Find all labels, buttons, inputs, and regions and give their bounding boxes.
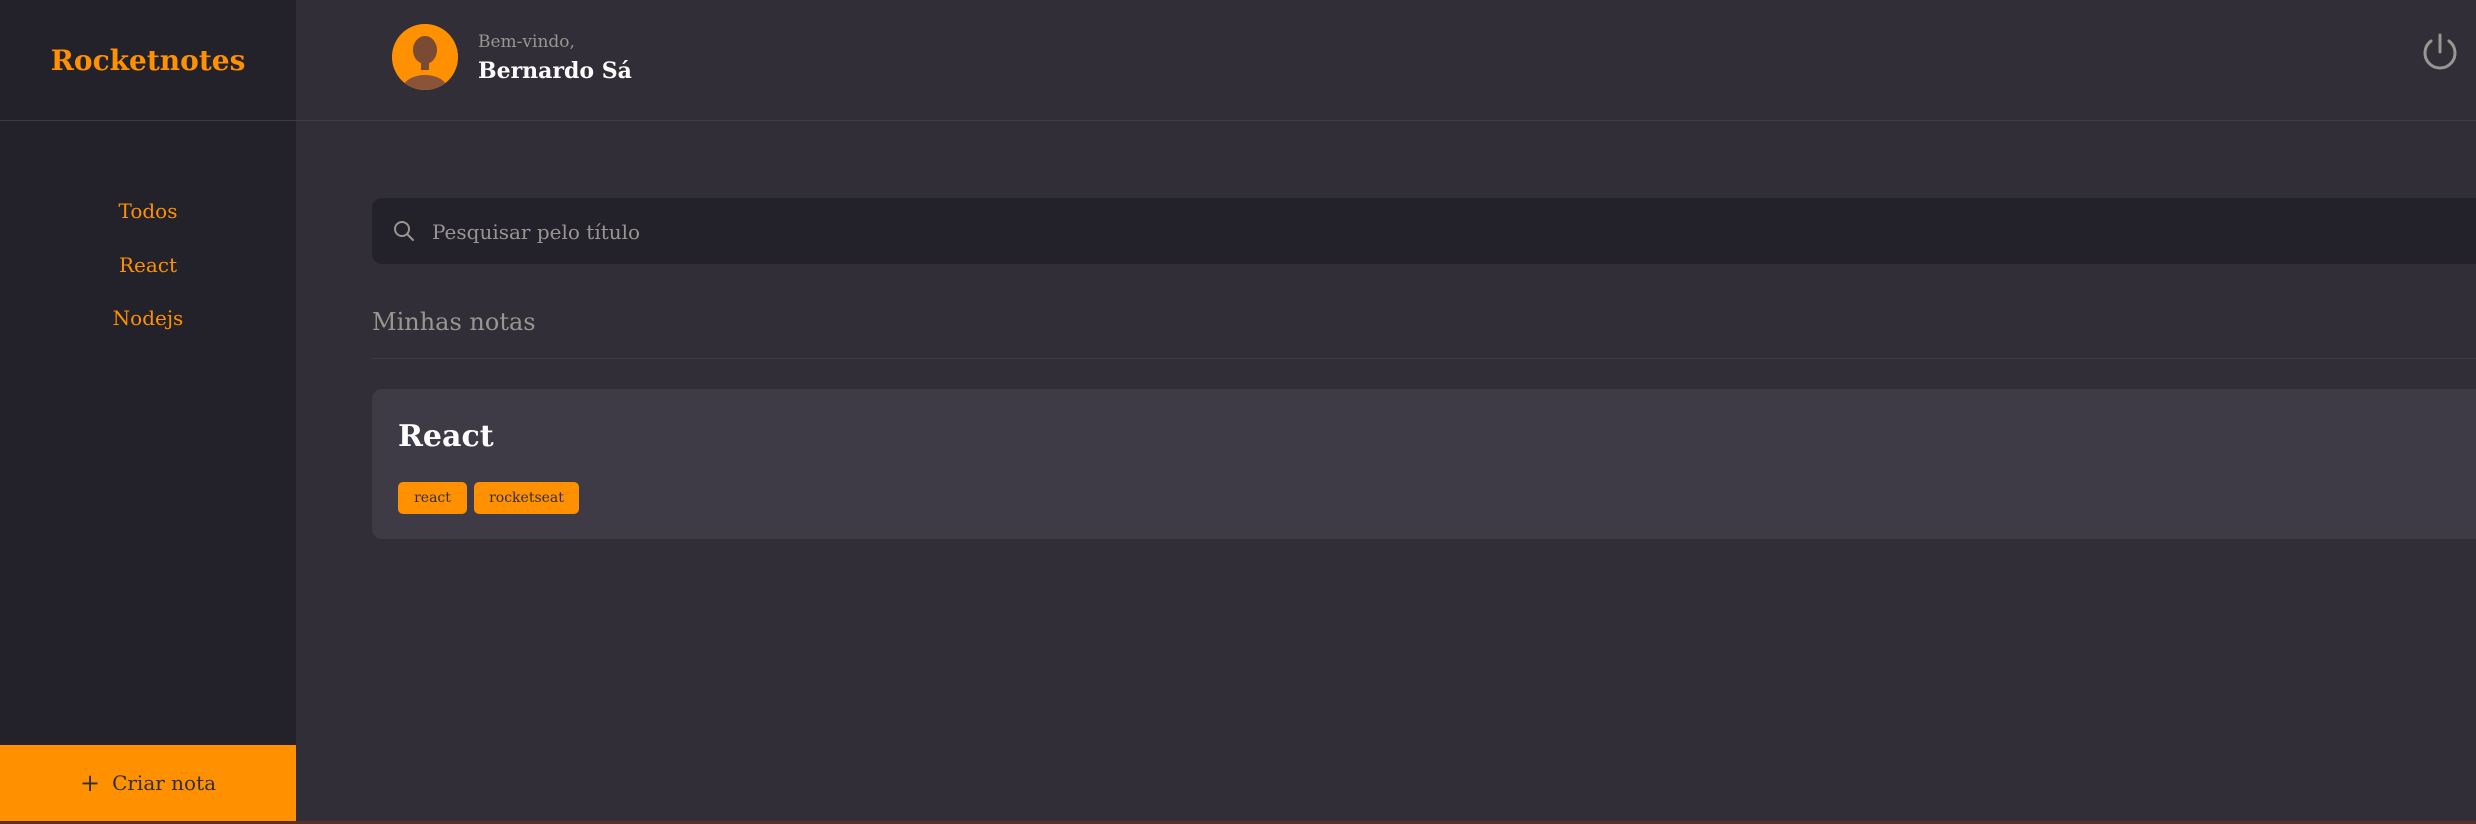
note-card[interactable]: React react rocketseat (372, 389, 2476, 539)
search-input[interactable] (430, 198, 2334, 266)
note-tag-rocketseat: rocketseat (474, 482, 579, 514)
header: Bem-vindo, Bernardo Sá (296, 0, 2476, 121)
plus-icon: + (79, 769, 101, 797)
brand-title: Rocketnotes (50, 43, 246, 77)
avatar[interactable] (392, 24, 458, 90)
sidebar: Todos React Nodejs (0, 121, 296, 745)
app-root: Rocketnotes Todos React Nodejs + Criar n… (0, 0, 2476, 824)
sidebar-item-todos[interactable]: Todos (0, 199, 296, 223)
logout-button[interactable] (2418, 30, 2462, 74)
brand-header: Rocketnotes (0, 0, 296, 121)
note-title: React (398, 419, 494, 454)
avatar-image (392, 24, 458, 90)
note-tag-react: react (398, 482, 467, 514)
welcome-label: Bem-vindo, (478, 32, 575, 52)
section-divider (372, 358, 2476, 359)
create-note-button[interactable]: + Criar nota (0, 745, 296, 821)
create-note-label: Criar nota (112, 771, 217, 795)
search-icon (394, 221, 414, 241)
section-title: Minhas notas (372, 308, 536, 336)
power-icon (2423, 33, 2457, 70)
user-name[interactable]: Bernardo Sá (478, 58, 632, 84)
search-bar (372, 198, 2476, 266)
sidebar-item-react[interactable]: React (0, 253, 296, 277)
sidebar-item-nodejs[interactable]: Nodejs (0, 306, 296, 330)
